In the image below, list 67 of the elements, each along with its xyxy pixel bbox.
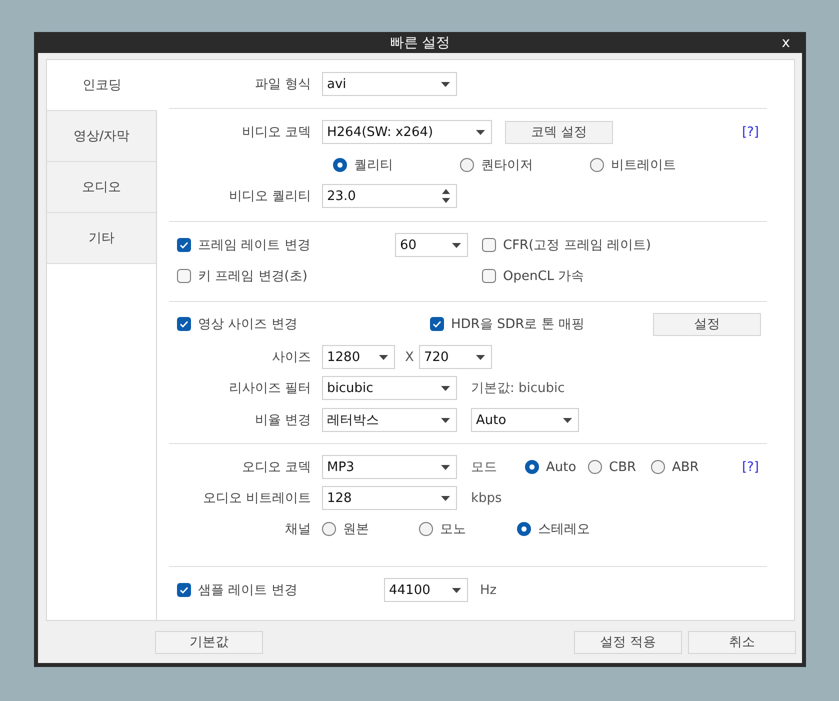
- dropdown[interactable]: MP3: [322, 455, 457, 479]
- radio-option[interactable]: Auto: [525, 460, 576, 474]
- sidebar-tab[interactable]: 인코딩: [47, 60, 157, 111]
- codec-settings-button[interactable]: 코덱 설정: [505, 120, 613, 144]
- dropdown[interactable]: bicubic: [322, 376, 457, 400]
- cancel-button[interactable]: 취소: [688, 630, 796, 654]
- times-sign: X: [405, 350, 414, 364]
- sidebar-tab[interactable]: 기타: [47, 213, 156, 264]
- field-label: 오디오 비트레이트: [202, 490, 312, 507]
- sidebar-tab[interactable]: 영상/자막: [47, 111, 156, 162]
- field-label: 비율 변경: [254, 412, 312, 429]
- checkbox[interactable]: 프레임 레이트 변경: [177, 236, 310, 254]
- caret-icon: [563, 418, 572, 422]
- unit-text: kbps: [471, 490, 502, 506]
- spin-field[interactable]: 23.0: [322, 184, 457, 208]
- dropdown[interactable]: avi: [322, 72, 457, 96]
- radio-option[interactable]: 퀄리티: [333, 156, 393, 174]
- checkbox[interactable]: 영상 사이즈 변경: [177, 315, 298, 333]
- dropdown[interactable]: H264(SW: x264): [322, 120, 492, 144]
- sidebar-tab[interactable]: 오디오: [47, 162, 156, 213]
- field-label: 사이즈: [271, 349, 312, 366]
- dropdown[interactable]: Auto: [471, 408, 579, 432]
- caret-icon: [441, 386, 450, 390]
- radio-option[interactable]: CBR: [588, 460, 636, 474]
- radio-option[interactable]: 모노: [419, 520, 466, 538]
- defaults-button[interactable]: 기본값: [155, 630, 263, 654]
- radio-option[interactable]: 퀀타이저: [460, 156, 533, 174]
- help-link[interactable]: [?]: [742, 460, 759, 474]
- dropdown[interactable]: 128: [322, 486, 457, 510]
- dropdown[interactable]: 레터박스: [322, 408, 457, 432]
- field-label: 채널: [284, 521, 312, 538]
- caret-icon: [452, 242, 461, 248]
- close-button[interactable]: x: [778, 35, 794, 51]
- dropdown[interactable]: 720: [419, 345, 492, 369]
- field-label: 오디오 코덱: [240, 459, 312, 476]
- hdr-settings-button[interactable]: 설정: [653, 312, 761, 336]
- window-title: 빠른 설정: [390, 34, 450, 52]
- radio-option[interactable]: 원본: [322, 520, 369, 538]
- field-label: 비디오 퀄리티: [228, 188, 312, 205]
- caret-icon: [441, 464, 450, 470]
- caret-icon: [441, 82, 450, 86]
- caret-icon: [476, 130, 485, 134]
- checkbox[interactable]: CFR(고정 프레임 레이트): [482, 236, 651, 254]
- caret-icon: [476, 354, 485, 360]
- checkbox[interactable]: HDR을 SDR로 톤 매핑: [430, 315, 585, 333]
- mode-label: 모드: [471, 459, 497, 476]
- caret-icon: [441, 418, 450, 422]
- radio-option[interactable]: 비트레이트: [590, 156, 676, 174]
- checkbox[interactable]: 키 프레임 변경(초): [177, 267, 308, 285]
- radio-option[interactable]: 스테레오: [517, 520, 590, 538]
- dropdown[interactable]: 44100: [384, 578, 468, 602]
- checkbox[interactable]: 샘플 레이트 변경: [177, 581, 298, 599]
- caret-icon: [452, 588, 461, 592]
- spinner-arrows-icon: [442, 188, 450, 204]
- caret-icon: [441, 496, 450, 500]
- default-value-text: 기본값: bicubic: [471, 380, 565, 397]
- apply-button[interactable]: 설정 적용: [574, 630, 682, 654]
- dropdown[interactable]: 1280: [322, 345, 395, 369]
- checkbox[interactable]: OpenCL 가속: [482, 267, 584, 285]
- help-link[interactable]: [?]: [742, 124, 759, 140]
- field-label: 리사이즈 필터: [228, 380, 312, 397]
- unit-text: Hz: [480, 582, 497, 598]
- dropdown[interactable]: 60: [395, 233, 468, 257]
- field-label: 비디오 코덱: [240, 124, 312, 141]
- radio-option[interactable]: ABR: [651, 460, 699, 474]
- field-label: 파일 형식: [254, 76, 312, 93]
- caret-icon: [379, 354, 388, 360]
